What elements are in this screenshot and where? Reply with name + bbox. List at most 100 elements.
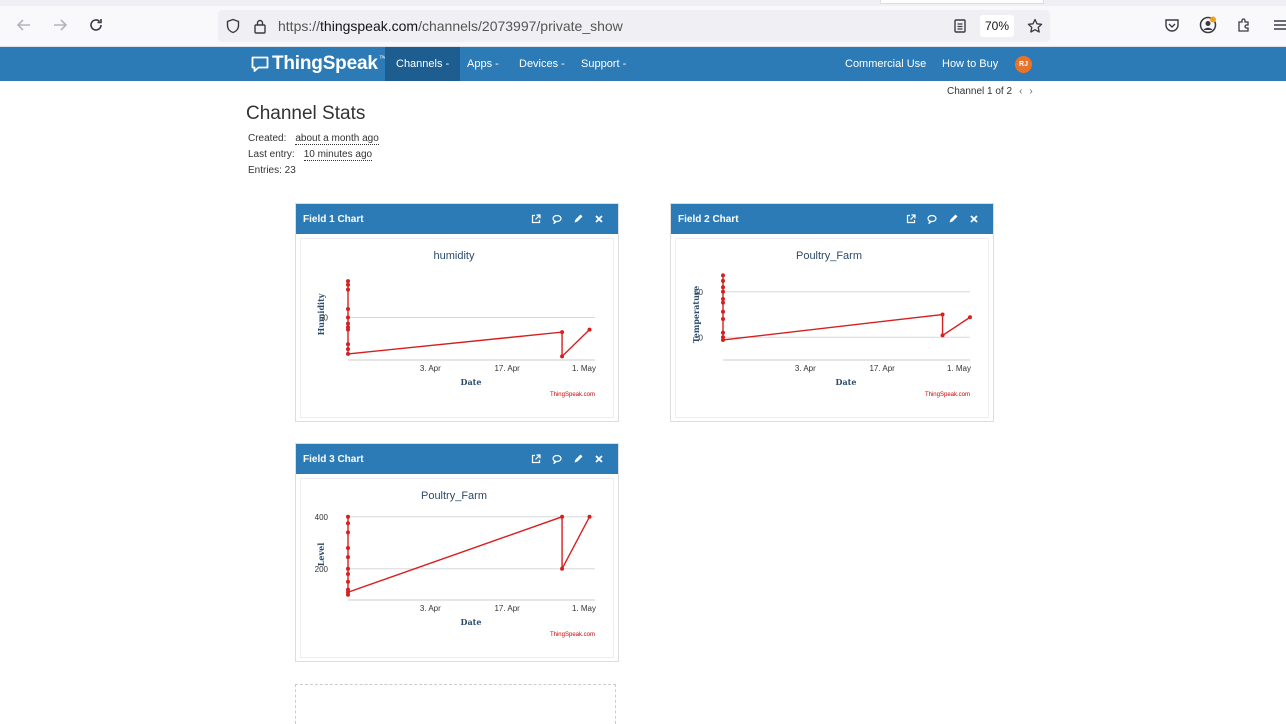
x-tick-label: 3. Apr bbox=[420, 604, 441, 613]
chart-frame: humidity 50 3. Apr 17. Apr 1. May Date Humidit… bbox=[300, 238, 614, 418]
data-point bbox=[940, 333, 945, 338]
data-point bbox=[721, 317, 725, 322]
data-point bbox=[346, 579, 350, 584]
created-row: Created: about a month ago bbox=[248, 133, 379, 145]
last-entry-row: Last entry: 10 minutes ago bbox=[248, 149, 373, 161]
y-axis-title: Humidity bbox=[316, 293, 326, 335]
speech-bubble-icon bbox=[251, 56, 269, 72]
reload-icon[interactable] bbox=[86, 15, 106, 35]
forward-icon[interactable] bbox=[50, 15, 70, 35]
chart-frame: Poultry_Farm 200 400 3. Apr 17. Apr 1. May Dat… bbox=[300, 478, 614, 658]
comment-icon[interactable] bbox=[550, 212, 564, 226]
data-point bbox=[346, 287, 350, 292]
external-link-icon[interactable] bbox=[904, 212, 918, 226]
level-chart: Poultry_Farm2004003. Apr 17. Apr 1. MayDat… bbox=[315, 490, 596, 638]
field-1-chart-widget: Field 1 Chart humidity 50 3. Apr 17. Apr 1. … bbox=[295, 203, 619, 422]
widget-header: Field 1 Chart bbox=[296, 204, 618, 234]
data-point bbox=[721, 309, 725, 314]
x-tick-label: 1. May bbox=[572, 604, 596, 613]
chevron-right-icon[interactable]: › bbox=[1029, 86, 1032, 97]
widget-header: Field 3 Chart bbox=[296, 444, 618, 474]
widget-header: Field 2 Chart bbox=[671, 204, 993, 234]
close-icon[interactable] bbox=[592, 212, 606, 226]
data-point bbox=[721, 278, 725, 283]
data-point bbox=[560, 514, 565, 519]
bookmark-star-icon[interactable] bbox=[1025, 16, 1045, 36]
x-tick-label: 17. Apr bbox=[869, 364, 895, 373]
data-point bbox=[721, 297, 725, 302]
field-2-chart-widget: Field 2 Chart Poultry_Farm 0 50 3. Apr 17. A… bbox=[670, 203, 994, 422]
comment-icon[interactable] bbox=[925, 212, 939, 226]
x-tick-label: 17. Apr bbox=[494, 364, 520, 373]
data-point bbox=[968, 315, 972, 320]
y-tick-label: 400 bbox=[315, 513, 329, 522]
data-point bbox=[346, 572, 350, 576]
series-line bbox=[347, 281, 590, 359]
extensions-icon[interactable] bbox=[1234, 15, 1254, 35]
data-point bbox=[721, 337, 725, 342]
data-point bbox=[346, 347, 350, 352]
data-point bbox=[560, 330, 565, 335]
entries-count: Entries: 23 bbox=[248, 165, 296, 176]
data-point bbox=[346, 590, 350, 595]
temperature-chart: Poultry_Farm0503. Apr 17. Apr 1. MayDateTe… bbox=[691, 250, 972, 398]
comment-icon[interactable] bbox=[550, 452, 564, 466]
last-entry-label: Last entry: bbox=[248, 149, 295, 160]
x-axis-title: Date bbox=[461, 617, 482, 627]
last-entry-value: 10 minutes ago bbox=[303, 149, 373, 161]
nav-channels[interactable]: Channels - bbox=[385, 47, 461, 81]
nav-commercial-use[interactable]: Commercial Use bbox=[845, 47, 926, 81]
nav-how-to-buy[interactable]: How to Buy bbox=[942, 47, 998, 81]
data-point bbox=[346, 546, 350, 550]
data-point bbox=[346, 315, 350, 320]
data-point bbox=[346, 282, 350, 287]
humidity-chart: humidity503. Apr 17. Apr 1. MayDateHumidit… bbox=[316, 250, 596, 398]
field-3-chart-widget: Field 3 Chart Poultry_Farm 200 400 3. Apr 17… bbox=[295, 443, 619, 662]
account-icon[interactable] bbox=[1198, 15, 1218, 35]
brand-name: ThingSpeak bbox=[272, 53, 378, 74]
thingspeak-logo[interactable]: ThingSpeak ™ bbox=[251, 52, 387, 76]
reader-view-icon[interactable] bbox=[950, 16, 970, 36]
close-icon[interactable] bbox=[967, 212, 981, 226]
pencil-icon[interactable] bbox=[946, 212, 960, 226]
external-link-icon[interactable] bbox=[529, 452, 543, 466]
channel-pager: Channel 1 of 2 ‹ › bbox=[947, 86, 1033, 97]
address-bar[interactable]: https://thingspeak.com/channels/2073997/… bbox=[218, 10, 1050, 42]
x-tick-label: 3. Apr bbox=[795, 364, 816, 373]
series-line bbox=[722, 275, 971, 341]
widget-title: Field 1 Chart bbox=[303, 213, 364, 225]
data-point bbox=[346, 351, 350, 356]
lock-icon[interactable] bbox=[250, 16, 270, 36]
widget-title: Field 3 Chart bbox=[303, 453, 364, 465]
data-point bbox=[587, 327, 592, 332]
data-point bbox=[346, 342, 350, 347]
user-avatar[interactable]: RJ bbox=[1015, 56, 1032, 73]
pencil-icon[interactable] bbox=[571, 452, 585, 466]
series-line bbox=[347, 515, 591, 595]
data-point bbox=[560, 354, 565, 359]
zoom-level-button[interactable]: 70% bbox=[980, 15, 1014, 37]
close-icon[interactable] bbox=[592, 452, 606, 466]
chevron-left-icon[interactable]: ‹ bbox=[1019, 86, 1022, 97]
y-axis-title: Level bbox=[316, 543, 326, 567]
data-point bbox=[346, 521, 350, 526]
external-link-icon[interactable] bbox=[529, 212, 543, 226]
pocket-icon[interactable] bbox=[1162, 15, 1182, 35]
nav-support[interactable]: Support - bbox=[581, 47, 626, 81]
menu-icon[interactable] bbox=[1270, 15, 1286, 35]
data-point bbox=[940, 312, 945, 317]
data-point bbox=[346, 530, 350, 535]
url-text[interactable]: https://thingspeak.com/channels/2073997/… bbox=[278, 18, 623, 34]
x-tick-label: 1. May bbox=[572, 364, 596, 373]
x-tick-label: 17. Apr bbox=[494, 604, 520, 613]
back-icon[interactable] bbox=[14, 15, 34, 35]
nav-devices[interactable]: Devices - bbox=[519, 47, 565, 81]
shield-icon[interactable] bbox=[223, 16, 243, 36]
page-title: Channel Stats bbox=[246, 103, 366, 124]
y-axis-title: Temperature bbox=[691, 286, 701, 344]
data-point bbox=[721, 273, 725, 278]
pencil-icon[interactable] bbox=[571, 212, 585, 226]
active-tab-edge[interactable] bbox=[880, 0, 1044, 4]
chart-credit: ThingSpeak.com bbox=[550, 632, 595, 638]
nav-apps[interactable]: Apps - bbox=[467, 47, 499, 81]
